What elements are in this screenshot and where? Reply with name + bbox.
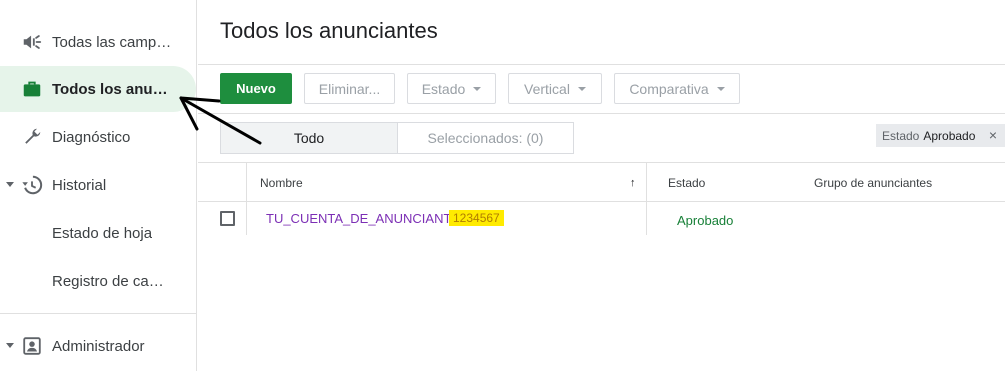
sort-ascending-icon[interactable]: ↑ [630, 177, 636, 189]
page-title: Todos los anunciantes [220, 18, 438, 43]
sidebar-item-label: Todos los anunciantes [52, 80, 176, 98]
sidebar-item-admin[interactable]: Administrador [0, 323, 196, 369]
column-header-group[interactable]: Grupo de anunciantes [814, 176, 932, 190]
chevron-down-icon[interactable] [6, 182, 14, 187]
compare-dropdown[interactable]: Comparativa [614, 73, 740, 104]
advertiser-name-link[interactable]: TU_CUENTA_DE_ANUNCIANTE [266, 211, 460, 226]
dropdown-arrow-icon [577, 86, 586, 91]
status-dropdown-label: Estado [421, 80, 466, 97]
dropdown-arrow-icon [716, 86, 725, 91]
status-value: Aprobado [677, 213, 734, 228]
main-content: Todos los anunciantes Nuevo Eliminar... … [198, 0, 1005, 371]
table-top-border [198, 162, 1005, 163]
filter-chip-key: Estado [882, 128, 920, 143]
history-icon [20, 173, 44, 197]
delete-button-label: Eliminar... [318, 80, 381, 97]
divider [198, 64, 1005, 65]
megaphone-icon [20, 30, 44, 54]
sidebar-item-all-advertisers[interactable]: Todos los anunciantes [0, 66, 196, 112]
sidebar-item-label: Historial [52, 176, 107, 194]
sidebar-item-all-campaigns[interactable]: Todas las campañas [0, 19, 196, 65]
chevron-down-icon[interactable] [6, 343, 14, 348]
segment-selected[interactable]: Seleccionados: (0) [397, 122, 574, 154]
filter-chip[interactable]: Estado Aprobado × [876, 124, 1005, 147]
column-header-name[interactable]: Nombre [260, 176, 303, 190]
dropdown-arrow-icon [473, 86, 482, 91]
status-dropdown[interactable]: Estado [407, 73, 496, 104]
delete-button[interactable]: Eliminar... [304, 73, 395, 104]
vertical-dropdown-label: Vertical [524, 80, 570, 97]
new-button[interactable]: Nuevo [220, 73, 292, 104]
column-separator [246, 163, 247, 235]
segment-selected-label: Seleccionados: (0) [427, 130, 544, 146]
new-button-label: Nuevo [236, 81, 276, 96]
sidebar-item-change-log[interactable]: Registro de cambios [0, 258, 196, 304]
segment-all-label: Todo [293, 130, 325, 146]
segment-all[interactable]: Todo [220, 122, 397, 154]
compare-dropdown-label: Comparativa [629, 80, 709, 97]
sidebar-item-diagnostics[interactable]: Diagnóstico [0, 114, 196, 160]
vertical-dropdown[interactable]: Vertical [508, 73, 602, 104]
header-divider [198, 201, 1005, 202]
column-header-status[interactable]: Estado [668, 176, 705, 190]
row-checkbox[interactable] [220, 211, 235, 226]
advertiser-id: 1234567 [449, 210, 504, 226]
divider [198, 113, 1005, 114]
sidebar-item-label: Diagnóstico [52, 128, 131, 146]
sidebar: Todas las campañas Todos los anunciantes… [0, 0, 197, 371]
account-box-icon [20, 334, 44, 358]
sidebar-item-label: Administrador [52, 337, 145, 355]
sidebar-item-label: Registro de cambios [52, 272, 176, 290]
sidebar-item-label: Estado de hoja [52, 224, 153, 242]
column-separator [646, 163, 647, 235]
wrench-icon [20, 125, 44, 149]
close-icon[interactable]: × [989, 127, 997, 143]
filter-chip-value: Aprobado [923, 128, 976, 143]
briefcase-icon [20, 77, 44, 101]
sidebar-item-history[interactable]: Historial [0, 162, 196, 208]
sidebar-divider [0, 313, 196, 314]
sidebar-item-label: Todas las campañas [52, 33, 176, 51]
sidebar-item-sheet-status[interactable]: Estado de hoja [0, 210, 196, 256]
